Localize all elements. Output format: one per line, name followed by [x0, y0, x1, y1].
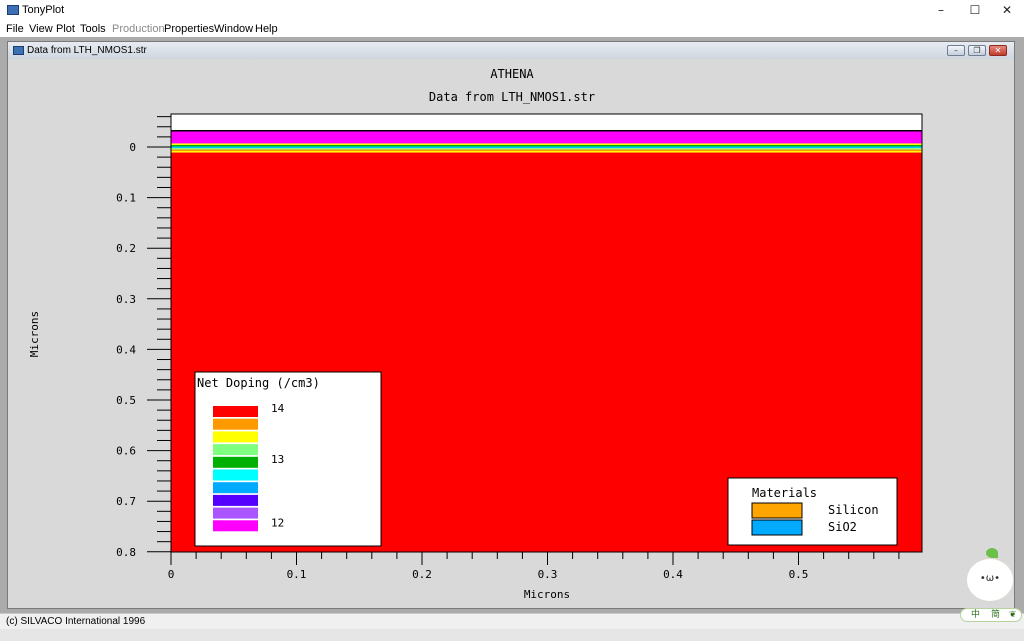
doping-layer-3 [171, 144, 922, 147]
y-axis: 0 0.1 0.2 0.3 0.4 0.5 0.6 0.7 0.8 [116, 116, 171, 559]
doping-legend-label: 13 [271, 453, 284, 466]
doping-layer-4 [171, 146, 922, 149]
doping-swatch [213, 482, 258, 494]
doping-layer-2 [171, 143, 922, 145]
x-tick-label: 0.4 [663, 568, 683, 581]
status-bar: (c) SILVACO International 1996 [0, 613, 1024, 629]
material-label: SiO2 [828, 520, 857, 534]
taskbar-strip [0, 629, 1024, 641]
material-swatch [751, 519, 803, 536]
ime-skin-icon[interactable]: ❦ [1009, 609, 1017, 621]
y-tick-label: 0.7 [116, 495, 136, 508]
ime-mascot-widget[interactable]: •ω• 中 简 ❦ [958, 548, 1024, 624]
doping-swatch [213, 444, 258, 456]
x-axis-label: Microns [524, 588, 570, 601]
y-tick-label: 0.1 [116, 192, 136, 205]
doping-layer-6 [171, 149, 922, 152]
doping-legend-label: 12 [271, 516, 284, 529]
x-tick-label: 0.1 [287, 568, 307, 581]
material-label: Silicon [828, 503, 879, 517]
y-tick-label: 0.2 [116, 242, 136, 255]
doping-legend-label: 14 [271, 402, 285, 415]
doping-swatch [213, 406, 258, 417]
materials-legend: Materials Silicon SiO2 [727, 477, 898, 546]
materials-legend-title: Materials [752, 486, 817, 500]
doping-swatch [213, 520, 258, 532]
doping-layer-5 [171, 148, 922, 150]
ime-mode-chinese[interactable]: 中 [971, 609, 980, 621]
y-tick-label: 0.4 [116, 343, 136, 356]
doping-swatch [213, 418, 258, 430]
ime-mode-simplified[interactable]: 简 [991, 609, 1000, 621]
doping-legend-title: Net Doping (/cm3) [197, 376, 320, 390]
ime-toolbar[interactable]: 中 简 ❦ [960, 608, 1022, 622]
doping-layer-1 [171, 130, 922, 144]
y-tick-label: 0.8 [116, 546, 136, 559]
y-axis-label: Microns [28, 311, 41, 357]
chart-title: ATHENA [490, 67, 534, 81]
material-swatch [751, 502, 803, 519]
doping-swatch [213, 494, 258, 506]
leaf-icon [986, 548, 998, 558]
status-text: (c) SILVACO International 1996 [6, 616, 146, 627]
doping-swatch [213, 456, 258, 468]
x-tick-label: 0.2 [412, 568, 432, 581]
doping-legend: Net Doping (/cm3) 14 13 12 [194, 371, 382, 547]
mascot-face-icon: •ω• [966, 558, 1014, 602]
chart-subtitle: Data from LTH_NMOS1.str [429, 90, 595, 104]
doping-swatch [213, 431, 258, 443]
plot-canvas[interactable]: ATHENA Data from LTH_NMOS1.str 0 0.1 0.2 0.… [0, 0, 1024, 641]
y-tick-label: 0.5 [116, 394, 136, 407]
y-tick-label: 0 [129, 141, 136, 154]
doping-swatch [213, 507, 258, 519]
x-tick-label: 0.5 [789, 568, 809, 581]
y-tick-label: 0.6 [116, 445, 136, 458]
x-tick-label: 0.3 [538, 568, 558, 581]
x-tick-label: 0 [168, 568, 175, 581]
doping-swatch [213, 469, 258, 481]
doping-layer-7 [171, 151, 922, 153]
y-tick-label: 0.3 [116, 293, 136, 306]
x-axis: 0 0.1 0.2 0.3 0.4 0.5 [168, 552, 900, 581]
